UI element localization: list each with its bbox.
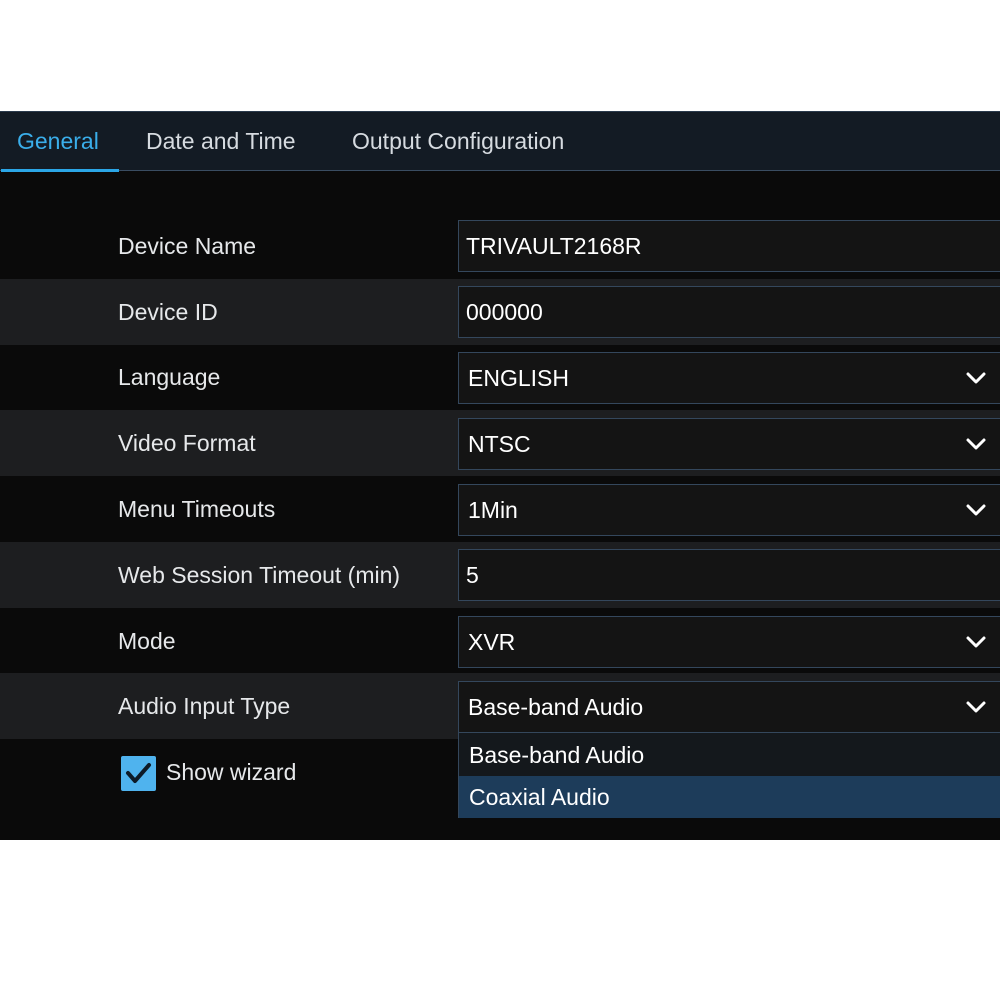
device-name-input[interactable]: TRIVAULT2168R: [458, 220, 1000, 272]
checkmark-icon: [126, 763, 151, 783]
mode-label: Mode: [118, 628, 176, 654]
language-label: Language: [118, 364, 221, 390]
tab-bar: General Date and Time Output Configurati…: [0, 111, 1000, 172]
dropdown-option-coaxial-audio[interactable]: Coaxial Audio: [459, 776, 1000, 818]
video-format-label: Video Format: [118, 430, 256, 456]
web-session-timeout-label: Web Session Timeout (min): [118, 562, 401, 588]
tab-output-configuration[interactable]: Output Configuration: [352, 112, 564, 171]
show-wizard-label: Show wizard: [166, 759, 297, 785]
device-id-label: Device ID: [118, 299, 218, 325]
chevron-down-icon[interactable]: [962, 616, 990, 668]
chevron-down-icon[interactable]: [962, 418, 990, 470]
chevron-down-icon[interactable]: [962, 352, 990, 404]
tab-general[interactable]: General: [1, 112, 119, 172]
menu-timeouts-label: Menu Timeouts: [118, 496, 276, 522]
audio-input-type-label: Audio Input Type: [118, 693, 291, 719]
audio-input-type-dropdown: Base-band Audio Coaxial Audio: [458, 732, 1000, 818]
tab-date-and-time[interactable]: Date and Time: [146, 112, 296, 171]
show-wizard-checkbox[interactable]: [121, 756, 156, 791]
video-format-select[interactable]: NTSC: [458, 418, 1000, 470]
device-id-input[interactable]: 000000: [458, 286, 1000, 338]
chevron-down-icon[interactable]: [962, 484, 990, 536]
mode-select[interactable]: XVR: [458, 616, 1000, 668]
menu-timeouts-select[interactable]: 1Min: [458, 484, 1000, 536]
audio-input-type-select[interactable]: Base-band Audio: [458, 681, 1000, 733]
dropdown-option-base-band-audio[interactable]: Base-band Audio: [459, 734, 1000, 776]
web-session-timeout-input[interactable]: 5: [458, 549, 1000, 601]
settings-panel: General Date and Time Output Configurati…: [0, 111, 1000, 840]
device-name-label: Device Name: [118, 233, 257, 259]
chevron-down-icon[interactable]: [962, 681, 990, 733]
language-select[interactable]: ENGLISH: [458, 352, 1000, 404]
